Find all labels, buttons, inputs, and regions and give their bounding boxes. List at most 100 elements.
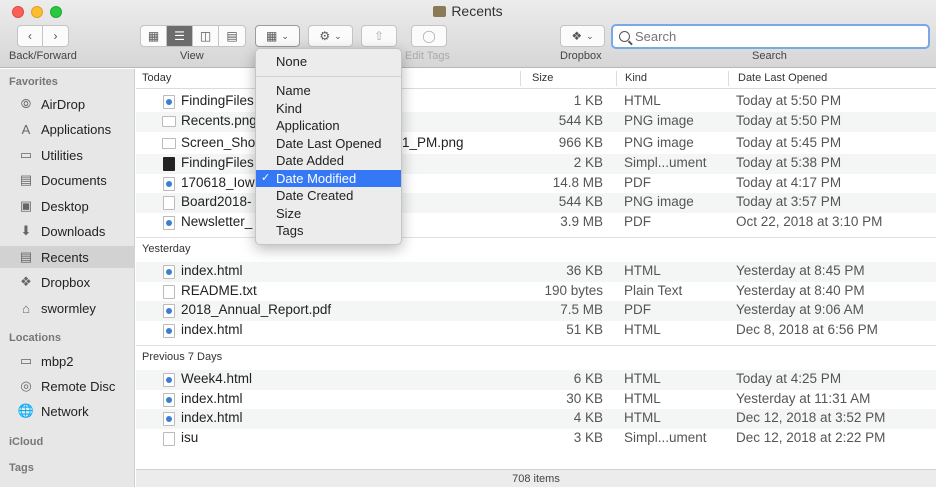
menu-item-application[interactable]: Application [256,117,401,135]
share-icon: ⇧ [373,29,385,43]
downloads-icon: ⬇ [20,223,32,238]
html-file-icon [163,393,175,407]
table-row[interactable]: README.txt 190 bytes Plain Text Yesterday a… [136,282,936,302]
text-file-icon [163,285,175,299]
sidebar-item-swormley[interactable]: ⌂ swormley [0,297,135,319]
search-label: Search [752,50,787,62]
home-icon: ⌂ [22,300,30,316]
favorites-header: Favorites [9,76,58,88]
menu-separator [256,76,401,77]
action-button[interactable]: ⚙ ⌄ [308,25,353,47]
html-file-icon [163,373,175,387]
menu-item-name[interactable]: Name [256,82,401,100]
dropbox-icon: ❖ [571,29,583,43]
tag-icon: ◯ [422,29,436,43]
forward-button[interactable]: › [43,26,68,46]
sidebar-item-remote-disc[interactable]: ◎ Remote Disc [0,375,135,397]
pdf-file-icon [163,304,175,318]
chevron-down-icon: ⌄ [334,30,342,41]
disc-icon: ◎ [20,378,32,393]
column-date-header[interactable]: Date Last Opened [738,72,827,84]
column-kind-header[interactable]: Kind [625,72,647,84]
pdf-file-icon [163,216,175,230]
folder-icon: ▭ [19,147,33,162]
column-divider[interactable] [520,71,521,86]
html-file-icon [163,95,175,109]
network-icon: 🌐 [17,403,35,418]
menu-item-none[interactable]: None [256,53,401,71]
edit-tags-label: Edit Tags [405,50,451,62]
table-row[interactable]: Week4.html 6 KB HTML Today at 4:25 PM [136,370,936,390]
airdrop-icon: ⦾ [20,96,32,111]
sidebar-item-utilities[interactable]: ▭ Utilities [0,144,135,166]
sidebar-item-airdrop[interactable]: ⦾ AirDrop [0,93,135,115]
gallery-view-button[interactable]: ▤ [219,26,245,46]
html-file-icon [163,324,175,338]
group-sort-button[interactable]: ▦ ⌄ [255,25,300,47]
search-field[interactable] [611,24,930,49]
group-header-previous-7-days: Previous 7 Days [136,345,936,367]
sidebar-item-downloads[interactable]: ⬇ Downloads [0,220,135,242]
table-row[interactable]: 2018_Annual_Report.pdf 7.5 MB PDF Yesterday… [136,301,936,321]
document-file-icon [163,157,175,171]
dropbox-icon: ❖ [20,274,32,289]
gear-icon: ⚙ [319,29,331,43]
laptop-icon: ▭ [19,353,33,368]
dropbox-label: Dropbox [560,50,602,62]
documents-icon: ▤ [19,172,33,187]
sidebar-item-documents[interactable]: ▤ Documents [0,169,135,191]
sidebar-item-network[interactable]: 🌐 Network [0,400,135,422]
recents-icon: ▤ [19,249,33,264]
chevron-down-icon: ⌄ [586,30,594,41]
share-button[interactable]: ⇧ [361,25,397,47]
sidebar-item-desktop[interactable]: ▣ Desktop [0,195,135,217]
toolbar: Recents ‹ › Back/Forward ▦ ☰ ◫ ▤ View ▦ ⌄… [0,0,936,68]
icloud-header: iCloud [9,436,44,448]
list-view-button[interactable]: ☰ [167,26,193,46]
menu-item-date-created[interactable]: Date Created [256,187,401,205]
checkmark-icon: ✓ [261,171,271,184]
menu-item-kind[interactable]: Kind [256,100,401,118]
table-row[interactable]: index.html 4 KB HTML Dec 12, 2018 at 3:52 P… [136,409,936,429]
table-row[interactable]: isu 3 KB Simpl...ument Dec 12, 2018 at 2:22… [136,429,936,449]
document-file-icon [163,432,175,446]
image-file-icon [163,196,175,210]
column-size-header[interactable]: Size [532,72,553,84]
back-forward-label: Back/Forward [9,50,77,62]
grid-icon: ▦ [266,29,278,43]
column-name-header[interactable]: Today [142,72,171,84]
column-divider[interactable] [728,71,729,86]
table-row[interactable]: index.html 36 KB HTML Yesterday at 8:45 PM [136,262,936,282]
image-file-icon [162,116,176,127]
menu-item-size[interactable]: Size [256,205,401,223]
html-file-icon [163,265,175,279]
menu-item-tags[interactable]: Tags [256,222,401,240]
table-row[interactable]: index.html 30 KB HTML Yesterday at 11:31 AM [136,390,936,410]
sidebar-item-mbp2[interactable]: ▭ mbp2 [0,350,135,372]
pdf-file-icon [163,177,175,191]
table-row[interactable]: index.html 51 KB HTML Dec 8, 2018 at 6:56 P… [136,321,936,341]
edit-tags-button[interactable]: ◯ [411,25,447,47]
image-file-icon [162,138,176,149]
folder-icon [433,6,447,17]
chevron-down-icon: ⌄ [281,30,289,41]
locations-header: Locations [9,332,61,344]
column-divider[interactable] [616,71,617,86]
status-bar: 708 items [136,469,936,487]
menu-item-date-last-opened[interactable]: Date Last Opened [256,135,401,153]
menu-item-date-added[interactable]: Date Added [256,152,401,170]
menu-item-date-modified[interactable]: ✓ Date Modified [256,169,401,187]
html-file-icon [163,412,175,426]
group-by-menu: None Name Kind Application Date Last Ope… [255,48,402,245]
column-view-button[interactable]: ◫ [193,26,219,46]
dropbox-button[interactable]: ❖ ⌄ [560,25,605,47]
tags-header: Tags [9,462,34,474]
sidebar-item-applications[interactable]: A Applications [0,118,135,140]
sidebar-item-dropbox[interactable]: ❖ Dropbox [0,271,135,293]
applications-icon: A [21,121,31,137]
icon-view-button[interactable]: ▦ [141,26,167,46]
view-control: ▦ ☰ ◫ ▤ [140,25,246,47]
back-button[interactable]: ‹ [18,26,43,46]
search-input[interactable] [635,29,905,44]
sidebar-item-recents[interactable]: ▤ Recents [0,246,135,268]
